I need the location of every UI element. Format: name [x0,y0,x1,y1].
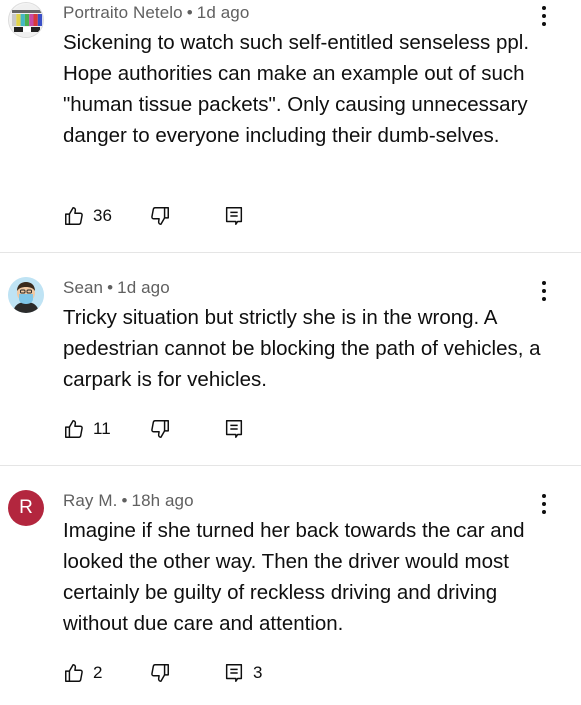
like-count: 36 [93,206,112,225]
thumb-down-icon [151,664,169,682]
masked-person-avatar[interactable] [8,277,44,313]
thumb-up-icon [65,420,83,438]
separator-dot: • [107,278,114,297]
reply-comment-icon [225,207,243,225]
comment-time[interactable]: 18h ago [132,491,194,510]
like-button[interactable]: 2 [63,660,102,686]
author-name[interactable]: Sean [63,278,103,297]
reply-button[interactable] [223,203,245,229]
more-vertical-icon[interactable] [536,4,552,28]
separator-dot: • [186,3,193,22]
dislike-button[interactable] [149,416,171,442]
test-pattern-avatar[interactable] [8,2,44,38]
dislike-button[interactable] [149,203,171,229]
comment-actions: 11 [63,416,323,442]
author-name[interactable]: Ray M. [63,491,117,510]
comment-meta: Sean • 1d ago [63,278,170,298]
reply-comment-icon [225,664,243,682]
separator-dot: • [121,491,128,510]
comment-time[interactable]: 1d ago [117,278,170,297]
author-name[interactable]: Portraito Netelo [63,3,183,22]
more-vertical-icon[interactable] [536,279,552,303]
comment-actions: 2 3 [63,660,323,686]
reply-comment-icon [225,420,243,438]
thumb-down-icon [151,420,169,438]
comment-text: Imagine if she turned her back towards t… [63,519,525,635]
comment-time[interactable]: 1d ago [197,3,250,22]
like-count: 11 [93,419,111,438]
reply-button[interactable] [223,416,245,442]
like-button[interactable]: 11 [63,416,111,442]
comment: Portraito Netelo • 1d ago Sickening to wat… [0,0,581,252]
like-count: 2 [93,663,103,682]
more-vertical-icon[interactable] [536,492,552,516]
avatar-letter: R [19,497,33,518]
like-button[interactable]: 36 [63,203,112,229]
comment-meta: Ray M. • 18h ago [63,491,194,511]
comment-text: Tricky situation but strictly she is in … [63,306,541,391]
thumb-down-icon [151,207,169,225]
reply-count: 3 [253,663,263,682]
dislike-button[interactable] [149,660,171,686]
comment-actions: 36 [63,203,323,229]
comment-text: Sickening to watch such self-entitled se… [63,31,530,147]
comment: Sean • 1d ago Tricky situation but strictl… [0,253,581,465]
reply-button[interactable]: 3 [223,660,262,686]
comment-meta: Portraito Netelo • 1d ago [63,3,249,23]
thumb-up-icon [65,207,83,225]
thumb-up-icon [65,664,83,682]
letter-avatar[interactable]: R [8,490,44,526]
comment: R Ray M. • 18h ago Imagine if she turned h… [0,466,581,705]
